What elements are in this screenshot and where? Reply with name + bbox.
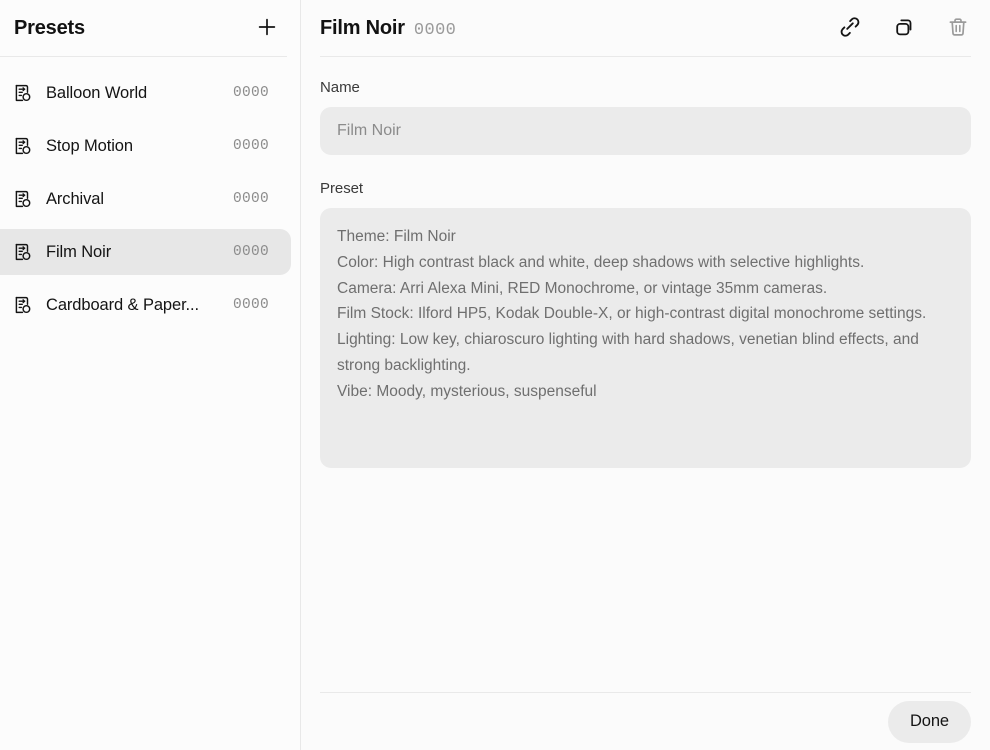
name-input[interactable] bbox=[320, 107, 971, 155]
field-spacer bbox=[320, 155, 971, 180]
detail-title: Film Noir 0000 bbox=[320, 17, 456, 40]
preset-document-icon bbox=[12, 82, 34, 104]
preset-detail-panel: Film Noir 0000 bbox=[301, 0, 990, 750]
preset-document-icon bbox=[12, 135, 34, 157]
detail-header: Film Noir 0000 bbox=[301, 0, 990, 56]
preset-list-item[interactable]: Balloon World 0000 bbox=[0, 70, 291, 116]
preset-list-item[interactable]: Stop Motion 0000 bbox=[0, 123, 291, 169]
preset-item-label: Cardboard & Paper... bbox=[46, 296, 223, 315]
sidebar-header: Presets bbox=[0, 0, 300, 56]
preset-list-item[interactable]: Film Noir 0000 bbox=[0, 229, 291, 275]
name-field-label: Name bbox=[320, 79, 971, 96]
plus-icon bbox=[256, 16, 278, 41]
preset-document-icon bbox=[12, 294, 34, 316]
presets-window: Presets Balloon World 0000 Stop Motion 0000… bbox=[0, 0, 990, 750]
preset-list-item[interactable]: Cardboard & Paper... 0000 bbox=[0, 282, 291, 328]
add-preset-button[interactable] bbox=[252, 13, 282, 43]
done-button[interactable]: Done bbox=[888, 701, 971, 743]
page-title: Presets bbox=[14, 17, 85, 40]
preset-item-label: Balloon World bbox=[46, 84, 223, 103]
preset-document-icon bbox=[12, 188, 34, 210]
presets-sidebar: Presets Balloon World 0000 Stop Motion 0000… bbox=[0, 0, 301, 750]
preset-textarea[interactable] bbox=[320, 208, 971, 468]
preset-item-label: Archival bbox=[46, 190, 223, 209]
preset-item-code: 0000 bbox=[233, 297, 269, 313]
preset-item-code: 0000 bbox=[233, 191, 269, 207]
preset-field-label: Preset bbox=[320, 180, 971, 197]
trash-icon bbox=[945, 14, 971, 43]
preset-list-item[interactable]: Archival 0000 bbox=[0, 176, 291, 222]
preset-item-label: Film Noir bbox=[46, 243, 223, 262]
preset-document-icon bbox=[12, 241, 34, 263]
detail-title-code: 0000 bbox=[414, 21, 456, 40]
preset-item-code: 0000 bbox=[233, 85, 269, 101]
preset-list: Balloon World0000Stop Motion0000Archival… bbox=[0, 57, 300, 750]
link-icon bbox=[837, 14, 863, 43]
duplicate-button[interactable] bbox=[890, 14, 918, 42]
detail-footer: Done bbox=[301, 693, 990, 750]
preset-item-code: 0000 bbox=[233, 244, 269, 260]
preset-item-label: Stop Motion bbox=[46, 137, 223, 156]
detail-title-text: Film Noir bbox=[320, 17, 405, 39]
copy-link-button[interactable] bbox=[836, 14, 864, 42]
delete-button[interactable] bbox=[944, 14, 972, 42]
duplicate-icon bbox=[891, 14, 917, 43]
preset-item-code: 0000 bbox=[233, 138, 269, 154]
detail-body: Name Preset bbox=[301, 57, 990, 692]
detail-header-actions bbox=[836, 14, 972, 42]
